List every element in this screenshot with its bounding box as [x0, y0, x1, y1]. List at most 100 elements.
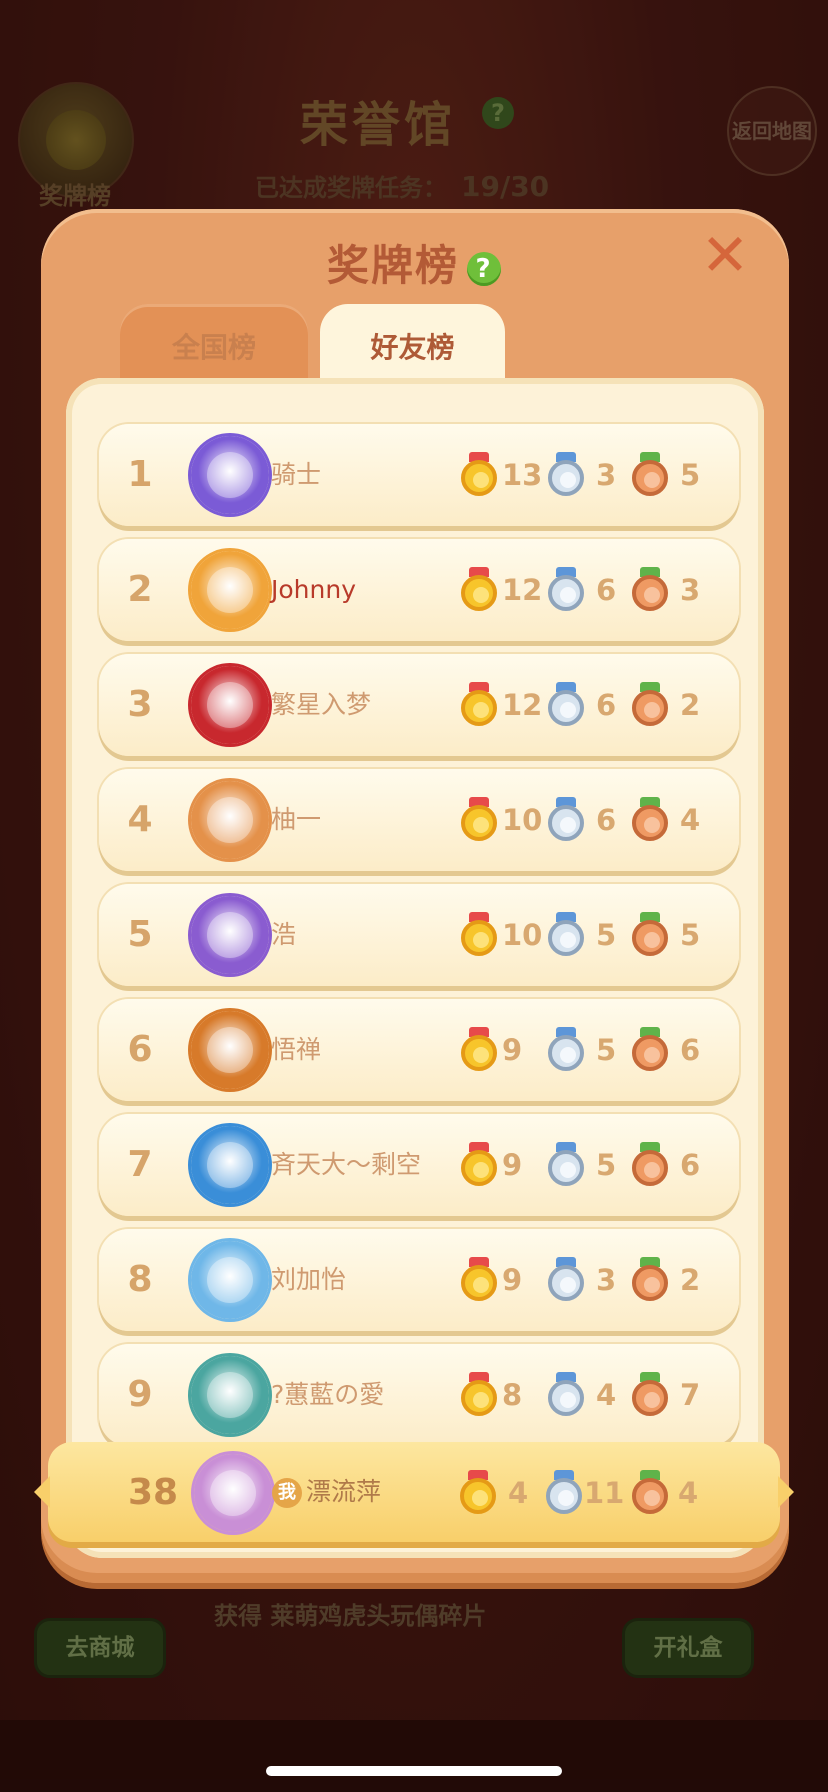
bronze-count: 2 [680, 688, 701, 722]
gold-medal-icon [461, 797, 497, 843]
bronze-medal-icon [632, 1142, 668, 1188]
rank-number: 8 [127, 1259, 153, 1300]
leaderboard-row[interactable]: 3 繁星入梦 12 6 2 [99, 654, 739, 756]
bronze-medal-icon [632, 452, 668, 498]
leaderboard-row[interactable]: 4 柚一 10 6 4 [99, 769, 739, 871]
avatar[interactable] [191, 666, 269, 744]
silver-medal-icon [548, 797, 584, 843]
rank-number: 3 [127, 684, 153, 725]
player-name: 刘加怡 [271, 1265, 347, 1294]
gold-count: 12 [502, 688, 543, 722]
gold-count: 9 [502, 1148, 523, 1182]
silver-medal-icon [548, 1372, 584, 1418]
rank-number: 5 [127, 914, 153, 955]
rank-number: 6 [127, 1029, 153, 1070]
silver-count: 3 [596, 458, 617, 492]
gold-medal-icon [461, 912, 497, 958]
gold-count: 13 [502, 458, 543, 492]
bronze-medal-icon [632, 1470, 668, 1516]
player-name: Johnny [271, 575, 356, 604]
silver-count: 6 [596, 573, 617, 607]
avatar[interactable] [191, 551, 269, 629]
bronze-medal-icon [632, 1372, 668, 1418]
silver-medal-icon [548, 1027, 584, 1073]
bronze-medal-icon [632, 1027, 668, 1073]
help-icon[interactable]: ? [467, 251, 501, 286]
player-name: 繁星入梦 [271, 690, 372, 719]
player-name: 浩 [271, 920, 297, 949]
leaderboard-row[interactable]: 8 刘加怡 9 3 2 [99, 1229, 739, 1331]
silver-count: 6 [596, 803, 617, 837]
bronze-count: 4 [678, 1476, 699, 1510]
rank-number: 2 [127, 569, 153, 610]
gold-medal-icon [461, 1257, 497, 1303]
avatar[interactable] [191, 1126, 269, 1204]
gold-count: 10 [502, 918, 543, 952]
avatar[interactable] [191, 1011, 269, 1089]
bronze-medal-icon [632, 682, 668, 728]
gold-medal-icon [461, 567, 497, 613]
silver-medal-icon [548, 682, 584, 728]
gold-count: 12 [502, 573, 543, 607]
close-button[interactable]: ✕ [700, 226, 750, 284]
silver-count: 5 [596, 1033, 617, 1067]
rank-number: 1 [127, 454, 153, 495]
player-name: 悟禅 [271, 1035, 322, 1064]
gold-medal-icon [461, 452, 497, 498]
leaderboard-row[interactable]: 1 骑士 13 3 5 [99, 424, 739, 526]
silver-medal-icon [548, 1257, 584, 1303]
gold-medal-icon [461, 1372, 497, 1418]
bronze-count: 6 [680, 1148, 701, 1182]
avatar[interactable] [191, 781, 269, 859]
bronze-count: 7 [680, 1378, 701, 1412]
player-name: 斉天大～剩空 [271, 1150, 422, 1179]
bronze-count: 2 [680, 1263, 701, 1297]
silver-count: 5 [596, 1148, 617, 1182]
leaderboard-row[interactable]: 2 Johnny 12 6 3 [99, 539, 739, 641]
avatar[interactable] [191, 896, 269, 974]
gold-count: 4 [508, 1476, 529, 1510]
bronze-count: 5 [680, 458, 701, 492]
silver-medal-icon [548, 567, 584, 613]
silver-count: 4 [596, 1378, 617, 1412]
silver-count: 6 [596, 688, 617, 722]
leaderboard-row[interactable]: 6 悟禅 9 5 6 [99, 999, 739, 1101]
player-name: ?蕙藍の愛 [271, 1380, 385, 1409]
player-name: 漂流萍 [306, 1477, 382, 1506]
me-badge: 我 [272, 1478, 302, 1508]
gold-medal-icon [461, 1027, 497, 1073]
silver-medal-icon [548, 1142, 584, 1188]
silver-medal-icon [546, 1470, 582, 1516]
player-name: 骑士 [271, 460, 322, 489]
rank-number: 7 [127, 1144, 153, 1185]
gold-count: 8 [502, 1378, 523, 1412]
avatar[interactable] [191, 1241, 269, 1319]
gold-count: 10 [502, 803, 543, 837]
bronze-count: 6 [680, 1033, 701, 1067]
gold-medal-icon [461, 1142, 497, 1188]
rank-number: 9 [127, 1374, 153, 1415]
silver-medal-icon [548, 452, 584, 498]
player-name: 柚一 [271, 805, 322, 834]
leaderboard-row[interactable]: 9 ?蕙藍の愛 8 4 7 [99, 1344, 739, 1446]
bronze-count: 4 [680, 803, 701, 837]
silver-count: 3 [596, 1263, 617, 1297]
panel-title-text: 奖牌榜 [326, 241, 459, 290]
silver-medal-icon [548, 912, 584, 958]
avatar[interactable] [194, 1454, 272, 1532]
avatar[interactable] [191, 1356, 269, 1434]
avatar[interactable] [191, 436, 269, 514]
leaderboard-row[interactable]: 5 浩 10 5 5 [99, 884, 739, 986]
gold-count: 9 [502, 1033, 523, 1067]
bronze-medal-icon [632, 1257, 668, 1303]
gold-medal-icon [460, 1470, 496, 1516]
my-rank-row[interactable]: 38 我 漂流萍 4 11 4 [34, 1442, 794, 1542]
home-indicator [266, 1766, 562, 1776]
gold-medal-icon [461, 682, 497, 728]
bronze-count: 5 [680, 918, 701, 952]
rank-number: 4 [127, 799, 153, 840]
bronze-count: 3 [680, 573, 701, 607]
gold-count: 9 [502, 1263, 523, 1297]
silver-count: 11 [584, 1476, 625, 1510]
leaderboard-row[interactable]: 7 斉天大～剩空 9 5 6 [99, 1114, 739, 1216]
